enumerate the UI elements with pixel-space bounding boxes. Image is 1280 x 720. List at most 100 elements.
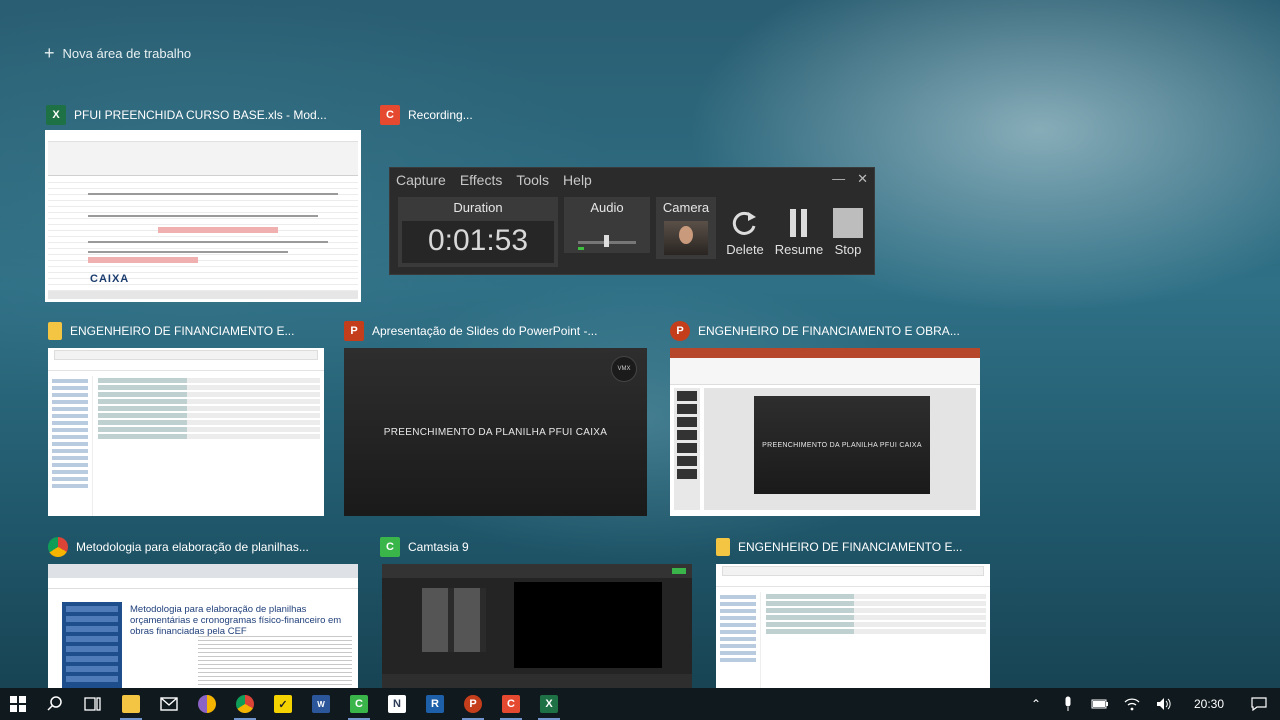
start-button[interactable]: [0, 688, 36, 720]
window-slideshow[interactable]: P Apresentação de Slides do PowerPoint -…: [344, 320, 648, 342]
taskbar-notion[interactable]: N: [378, 688, 416, 720]
window-title: ENGENHEIRO DE FINANCIAMENTO E...: [738, 540, 963, 554]
camera-panel: Camera: [656, 197, 716, 259]
close-icon[interactable]: ✕: [857, 171, 868, 187]
taskbar-norton[interactable]: ✓: [264, 688, 302, 720]
taskbar-excel[interactable]: X: [530, 688, 568, 720]
delete-button[interactable]: Delete: [720, 206, 770, 257]
chrome-icon: [236, 695, 254, 713]
plus-icon: +: [44, 43, 55, 63]
powerpoint-icon: P: [464, 695, 482, 713]
folder-icon: [716, 538, 730, 556]
search-button[interactable]: [36, 688, 74, 720]
resume-button[interactable]: Resume: [774, 206, 824, 257]
minimize-icon[interactable]: —: [832, 171, 845, 187]
resume-label: Resume: [774, 242, 824, 257]
slide-title: PREENCHIMENTO DA PLANILHA PFUI CAIXA: [383, 426, 608, 438]
slide-title: PREENCHIMENTO DA PLANILHA PFUI CAIXA: [762, 441, 922, 449]
chrome-canary-icon: [198, 695, 216, 713]
camtasia-recorder-icon: C: [502, 695, 520, 713]
taskbar-camtasia[interactable]: C: [340, 688, 378, 720]
show-hidden-icons-button[interactable]: ⌃: [1020, 688, 1052, 720]
powerpoint-icon: P: [670, 321, 690, 341]
window-title: ENGENHEIRO DE FINANCIAMENTO E...: [70, 324, 295, 338]
explorer-1-thumbnail[interactable]: [48, 348, 324, 516]
audio-volume-knob[interactable]: [604, 235, 609, 247]
window-powerpoint[interactable]: P ENGENHEIRO DE FINANCIAMENTO E OBRA...: [670, 320, 980, 342]
refresh-icon: [720, 206, 770, 240]
camtasia-recorder-icon: C: [380, 105, 400, 125]
notification-icon: [1251, 697, 1267, 711]
delete-label: Delete: [726, 242, 764, 257]
window-chrome[interactable]: Metodologia para elaboração de planilhas…: [48, 536, 358, 558]
menu-capture[interactable]: Capture: [396, 172, 446, 188]
volume-icon[interactable]: [1148, 688, 1180, 720]
taskbar-chrome[interactable]: [226, 688, 264, 720]
slideshow-thumbnail[interactable]: PREENCHIMENTO DA PLANILHA PFUI CAIXA VMX: [344, 348, 647, 516]
pause-icon: [774, 206, 824, 240]
stop-button[interactable]: Stop: [823, 206, 873, 257]
page-heading: Metodologia para elaboração de planilhas…: [130, 604, 342, 637]
camera-preview[interactable]: [664, 221, 708, 255]
word-tool-icon: W: [312, 695, 330, 713]
search-icon: [47, 696, 62, 711]
window-title: PFUI PREENCHIDA CURSO BASE.xls - Mod...: [74, 108, 327, 122]
duration-panel: Duration 0:01:53: [398, 197, 558, 267]
powerpoint-icon: P: [344, 321, 364, 341]
taskbar-powerpoint[interactable]: P: [454, 688, 492, 720]
stop-label: Stop: [834, 242, 862, 257]
norton-icon: ✓: [274, 695, 292, 713]
audio-level-meter: [578, 247, 584, 250]
clock[interactable]: 20:30: [1180, 697, 1238, 711]
recorder-panel[interactable]: Capture Effects Tools Help — ✕ Duration …: [389, 167, 875, 275]
taskbar-file-explorer[interactable]: [112, 688, 150, 720]
action-center-button[interactable]: [1238, 688, 1280, 720]
duration-label: Duration: [453, 200, 503, 215]
taskbar: ✓ W C N R P C X ⌃ 20:30: [0, 688, 1280, 720]
window-excel[interactable]: X PFUI PREENCHIDA CURSO BASE.xls - Mod..…: [46, 104, 360, 126]
window-recording[interactable]: C Recording...: [380, 104, 580, 126]
menu-help[interactable]: Help: [563, 172, 592, 188]
taskbar-word-tool[interactable]: W: [302, 688, 340, 720]
taskbar-camtasia-recorder[interactable]: C: [492, 688, 530, 720]
microphone-icon[interactable]: [1052, 688, 1084, 720]
task-view-button[interactable]: [74, 688, 112, 720]
excel-thumbnail[interactable]: CAIXA: [45, 130, 361, 302]
menu-tools[interactable]: Tools: [516, 172, 549, 188]
window-explorer-2[interactable]: ENGENHEIRO DE FINANCIAMENTO E...: [716, 536, 990, 558]
window-title: Recording...: [408, 108, 473, 122]
camtasia-icon: C: [350, 695, 368, 713]
camtasia-thumbnail[interactable]: [382, 564, 692, 688]
caixa-logo: CAIXA: [90, 273, 130, 285]
task-view-icon: [84, 697, 101, 711]
window-title: ENGENHEIRO DE FINANCIAMENTO E OBRA...: [698, 324, 960, 338]
explorer-2-thumbnail[interactable]: [716, 564, 990, 688]
wifi-icon[interactable]: [1116, 688, 1148, 720]
chrome-icon: [48, 537, 68, 557]
window-explorer-1[interactable]: ENGENHEIRO DE FINANCIAMENTO E...: [48, 320, 324, 342]
taskbar-mail[interactable]: [150, 688, 188, 720]
vmx-logo: VMX: [611, 356, 637, 382]
export-button: [672, 568, 686, 574]
new-desktop-button[interactable]: + Nova área de trabalho: [44, 44, 191, 62]
windows-logo-icon: [10, 696, 26, 712]
notion-icon: N: [388, 695, 406, 713]
audio-panel: Audio: [564, 197, 650, 253]
duration-value: 0:01:53: [402, 221, 554, 263]
system-tray: ⌃ 20:30: [1020, 688, 1280, 720]
taskbar-chrome-canary[interactable]: [188, 688, 226, 720]
battery-icon[interactable]: [1084, 688, 1116, 720]
folder-icon: [48, 322, 62, 340]
camera-label: Camera: [662, 200, 710, 215]
window-camtasia[interactable]: C Camtasia 9: [380, 536, 690, 558]
camtasia-icon: C: [380, 537, 400, 557]
new-desktop-label: Nova área de trabalho: [62, 45, 192, 61]
menu-effects[interactable]: Effects: [460, 172, 503, 188]
audio-label: Audio: [590, 200, 624, 215]
folder-icon: [122, 695, 140, 713]
taskbar-revit[interactable]: R: [416, 688, 454, 720]
powerpoint-thumbnail[interactable]: PREENCHIMENTO DA PLANILHA PFUI CAIXA: [670, 348, 980, 516]
revit-icon: R: [426, 695, 444, 713]
stop-icon: [823, 206, 873, 240]
chrome-thumbnail[interactable]: Metodologia para elaboração de planilhas…: [48, 564, 358, 688]
